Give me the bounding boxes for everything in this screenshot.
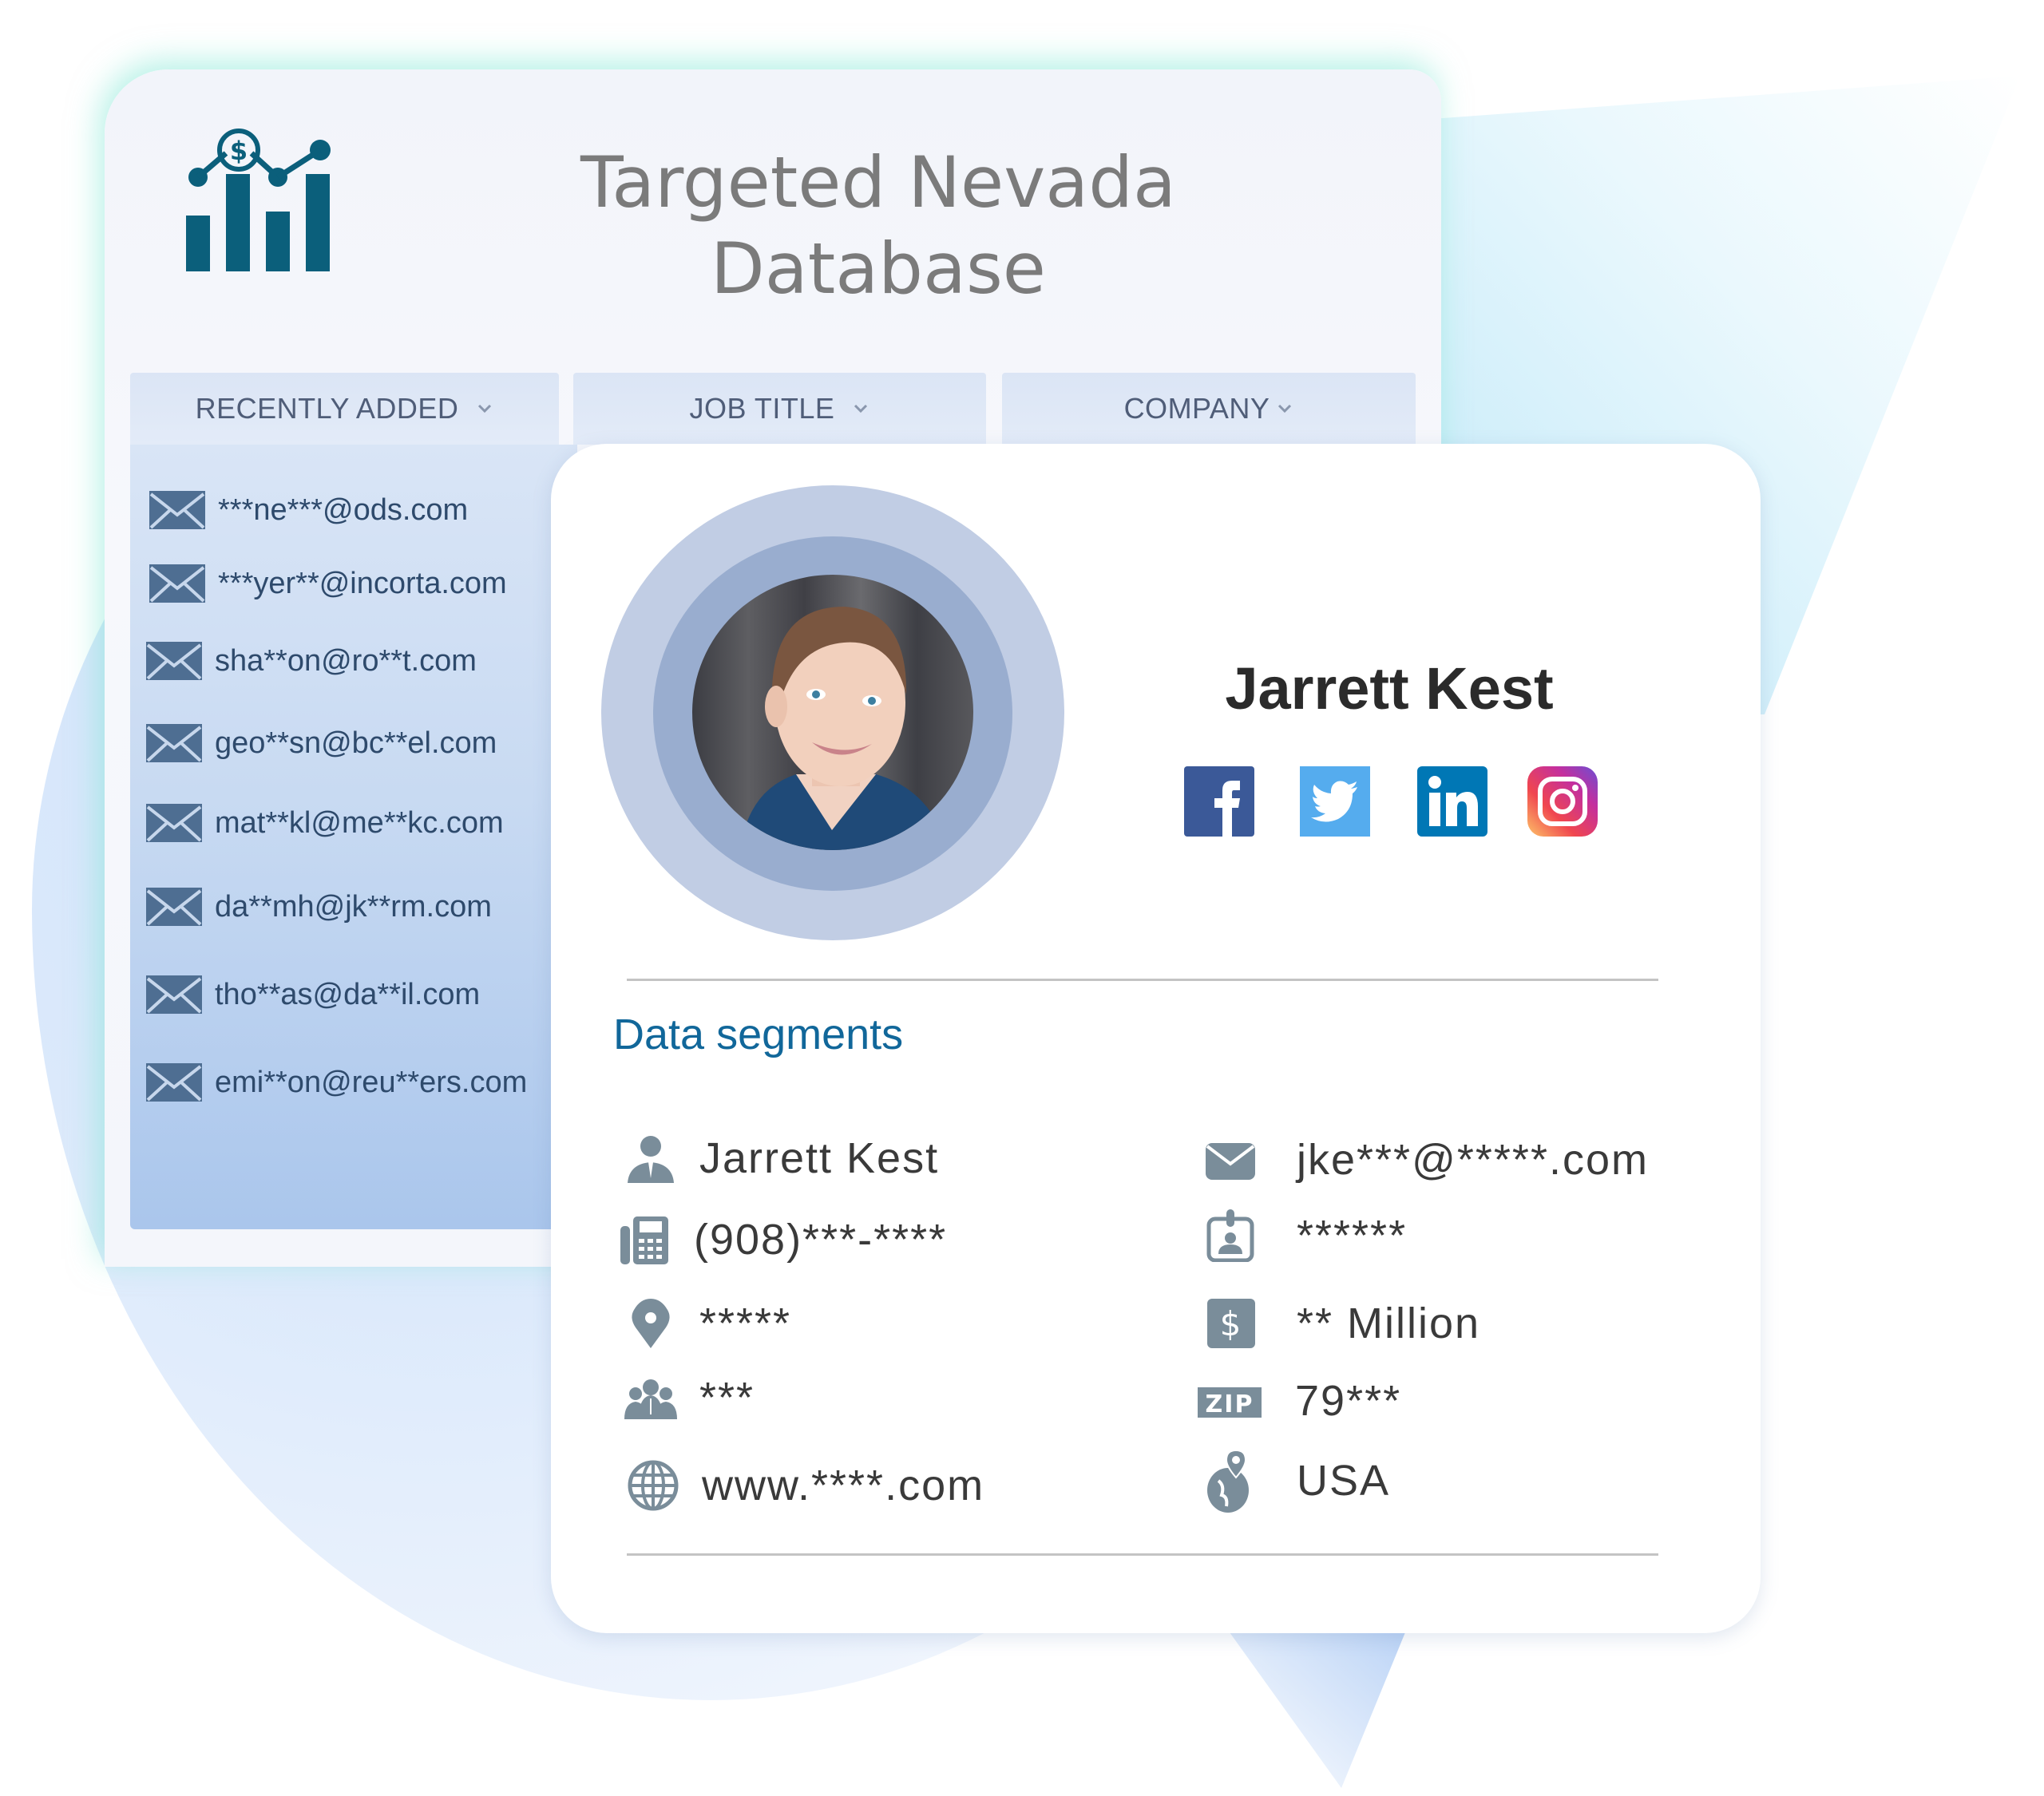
- envelope-icon: [146, 888, 202, 926]
- svg-text:$: $: [230, 136, 248, 166]
- segment-value: ***: [699, 1374, 755, 1422]
- email-text: mat**kl@me**kc.com: [215, 805, 504, 840]
- envelope-icon: [149, 564, 205, 603]
- globe-pin-icon: [1204, 1449, 1257, 1513]
- email-list: ***ne***@ods.com ***yer**@incorta.com sh…: [130, 445, 577, 1229]
- chevron-down-icon: [478, 404, 492, 413]
- profile-photo: [740, 607, 948, 850]
- segment-location: *****: [624, 1297, 791, 1350]
- tab-recently-added[interactable]: RECENTLY ADDED: [130, 373, 559, 445]
- email-text: tho**as@da**il.com: [215, 977, 481, 1011]
- list-item[interactable]: da**mh@jk**rm.com: [146, 888, 492, 926]
- person-icon: [624, 1132, 677, 1185]
- section-title: Data segments: [613, 1011, 904, 1058]
- list-item[interactable]: emi**on@reu**ers.com: [146, 1063, 527, 1102]
- segment-value: ******: [1297, 1212, 1408, 1260]
- tab-company[interactable]: COMPANY: [1002, 373, 1416, 445]
- segment-job-title: ******: [1204, 1209, 1407, 1262]
- list-item[interactable]: ***ne***@ods.com: [149, 491, 468, 529]
- location-pin-icon: [624, 1297, 677, 1350]
- envelope-icon: [149, 491, 205, 529]
- segment-zip: ZIP 79***: [1196, 1375, 1401, 1427]
- segment-phone: (908)***-****: [619, 1213, 947, 1266]
- list-item[interactable]: geo**sn@bc**el.com: [146, 724, 497, 762]
- envelope-icon: [146, 804, 202, 842]
- chevron-down-icon: [854, 404, 868, 413]
- phone-icon: [619, 1213, 671, 1266]
- globe-icon: [627, 1459, 679, 1512]
- instagram-icon[interactable]: [1527, 766, 1598, 837]
- segment-value: ** Million: [1297, 1300, 1481, 1347]
- page-title-line1: Targeted Nevada: [580, 141, 1176, 224]
- email-text: geo**sn@bc**el.com: [215, 726, 497, 760]
- page-title-line2: Database: [711, 227, 1046, 310]
- segment-value: www.****.com: [702, 1462, 985, 1509]
- team-icon: [624, 1371, 677, 1424]
- segment-value: 79***: [1295, 1377, 1402, 1425]
- svg-text:$: $: [1220, 1304, 1243, 1343]
- profile-name: Jarrett Kest: [1225, 655, 1554, 722]
- divider: [627, 1553, 1658, 1556]
- segment-employees: ***: [624, 1371, 755, 1424]
- tab-job-title[interactable]: JOB TITLE: [573, 373, 986, 445]
- list-item[interactable]: mat**kl@me**kc.com: [146, 804, 504, 842]
- segment-value: jke***@*****.com: [1297, 1136, 1649, 1184]
- list-item[interactable]: ***yer**@incorta.com: [149, 564, 507, 603]
- tab-label: JOB TITLE: [689, 392, 835, 425]
- segment-name: Jarrett Kest: [624, 1132, 939, 1185]
- segment-value: USA: [1297, 1457, 1391, 1505]
- segment-value: Jarrett Kest: [699, 1134, 940, 1182]
- tab-label: COMPANY: [1123, 392, 1270, 425]
- envelope-icon: [146, 642, 202, 680]
- segment-website: www.****.com: [627, 1459, 984, 1512]
- chart-dollar-icon: $: [186, 129, 331, 271]
- page-title: Targeted Nevada Database: [495, 140, 1262, 312]
- svg-text:ZIP: ZIP: [1206, 1391, 1254, 1418]
- envelope-icon: [146, 975, 202, 1014]
- envelope-icon: [1204, 1133, 1257, 1186]
- envelope-icon: [146, 724, 202, 762]
- list-item[interactable]: tho**as@da**il.com: [146, 975, 480, 1014]
- twitter-icon[interactable]: [1300, 766, 1370, 837]
- email-text: da**mh@jk**rm.com: [215, 889, 492, 924]
- email-text: ***ne***@ods.com: [218, 493, 469, 527]
- facebook-icon[interactable]: [1184, 766, 1254, 837]
- email-text: sha**on@ro**t.com: [215, 643, 477, 678]
- segment-value: (908)***-****: [694, 1216, 948, 1264]
- avatar[interactable]: [692, 575, 973, 850]
- chevron-down-icon: [1278, 404, 1292, 413]
- list-item[interactable]: sha**on@ro**t.com: [146, 642, 477, 680]
- email-text: ***yer**@incorta.com: [218, 566, 507, 600]
- email-text: emi**on@reu**ers.com: [215, 1065, 528, 1099]
- speech-bubble-tail: [1230, 1632, 1405, 1788]
- envelope-icon: [146, 1063, 202, 1102]
- linkedin-icon[interactable]: [1417, 766, 1487, 837]
- segment-country: USA: [1204, 1449, 1391, 1513]
- dollar-icon: $: [1204, 1297, 1257, 1350]
- segment-value: *****: [699, 1300, 792, 1347]
- segment-revenue: $ ** Million: [1204, 1297, 1480, 1350]
- segment-email: jke***@*****.com: [1204, 1133, 1649, 1186]
- zip-icon: ZIP: [1196, 1375, 1263, 1427]
- id-badge-icon: [1204, 1209, 1257, 1262]
- divider: [627, 979, 1658, 981]
- tab-label: RECENTLY ADDED: [195, 392, 459, 425]
